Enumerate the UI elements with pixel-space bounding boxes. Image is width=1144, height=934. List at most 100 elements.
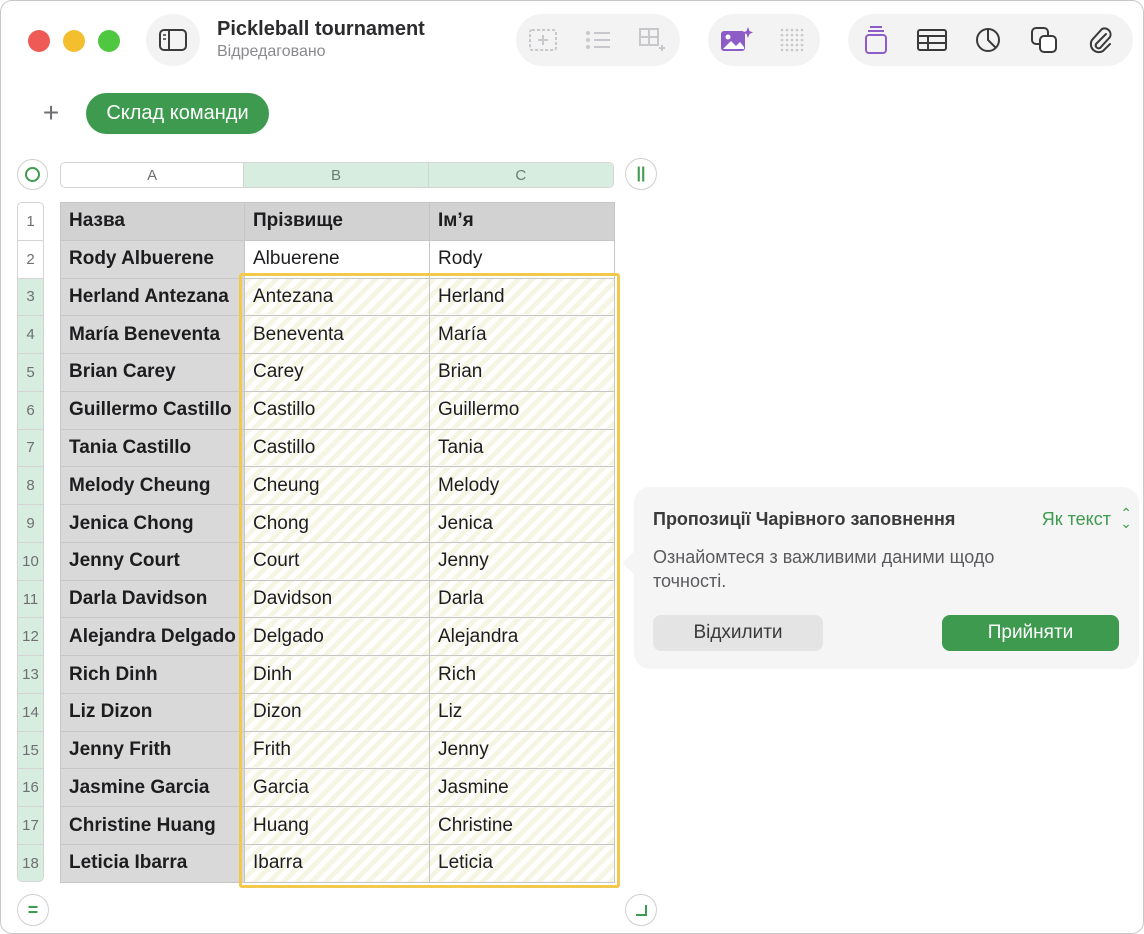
- table-cell[interactable]: Guillermo Castillo: [60, 390, 245, 430]
- table-cell[interactable]: Jenny Court: [60, 541, 245, 581]
- row-header[interactable]: 13: [18, 656, 43, 694]
- chart-button[interactable]: [960, 14, 1016, 66]
- table-button[interactable]: [904, 14, 960, 66]
- table-cell[interactable]: Dizon: [244, 692, 430, 732]
- table-cell[interactable]: Jenica: [429, 504, 615, 543]
- image-playground-button[interactable]: [708, 14, 764, 66]
- add-row-handle[interactable]: =: [17, 894, 49, 926]
- table-cell[interactable]: Rich: [429, 655, 615, 694]
- table-cell[interactable]: Court: [244, 541, 430, 581]
- table-resize-handle[interactable]: [625, 894, 657, 926]
- table-cell[interactable]: Brian Carey: [60, 353, 245, 392]
- add-table-row-button[interactable]: [625, 14, 680, 66]
- table-cell[interactable]: Melody: [429, 466, 615, 506]
- table-cell[interactable]: Beneventa: [244, 315, 430, 355]
- table-cell[interactable]: Dinh: [244, 655, 430, 694]
- add-sheet-button[interactable]: +: [37, 97, 65, 129]
- table-cell[interactable]: Rody: [429, 239, 615, 279]
- table-cell[interactable]: Jenny: [429, 541, 615, 581]
- table-cell[interactable]: Jasmine Garcia: [60, 768, 245, 808]
- attachment-button[interactable]: [1072, 14, 1128, 66]
- table-cell[interactable]: María: [429, 315, 615, 355]
- table-cell[interactable]: Leticia: [429, 844, 615, 883]
- table-cell[interactable]: Brian: [429, 353, 615, 392]
- table-cell[interactable]: Jenny Frith: [60, 730, 245, 770]
- table-cell[interactable]: Davidson: [244, 579, 430, 619]
- sheet-tab-active[interactable]: Склад команди: [86, 93, 269, 134]
- magic-fill-description[interactable]: Ознайомтеся з важливими даними щодо точн…: [653, 545, 1013, 593]
- row-header[interactable]: 4: [18, 316, 43, 355]
- table-cell[interactable]: Liz: [429, 692, 615, 732]
- table-cell[interactable]: Albuerene: [244, 239, 430, 279]
- table-cell[interactable]: Guillermo: [429, 390, 615, 430]
- table-cell[interactable]: Antezana: [244, 277, 430, 317]
- magic-fill-mode-select[interactable]: Як текст: [1042, 509, 1111, 530]
- table-cell[interactable]: Прізвище: [244, 202, 430, 241]
- row-header[interactable]: 6: [18, 391, 43, 430]
- row-header[interactable]: 11: [18, 580, 43, 619]
- table-cell[interactable]: Cheung: [244, 466, 430, 506]
- row-header[interactable]: 17: [18, 807, 43, 846]
- table-cell[interactable]: Delgado: [244, 617, 430, 657]
- insert-text-box-button[interactable]: [516, 14, 571, 66]
- row-header[interactable]: 16: [18, 769, 43, 808]
- table-cell[interactable]: Darla Davidson: [60, 579, 245, 619]
- table-cell[interactable]: Rich Dinh: [60, 655, 245, 694]
- table-cell[interactable]: Tania: [429, 428, 615, 468]
- table-cell[interactable]: Darla: [429, 579, 615, 619]
- row-header[interactable]: 10: [18, 542, 43, 581]
- table-cell[interactable]: Huang: [244, 806, 430, 846]
- table-cell[interactable]: Christine: [429, 806, 615, 846]
- table-select-handle[interactable]: [17, 159, 48, 190]
- table-cell[interactable]: Christine Huang: [60, 806, 245, 846]
- accept-button[interactable]: Прийняти: [942, 615, 1119, 651]
- row-header[interactable]: 7: [18, 429, 43, 468]
- column-header-b[interactable]: B: [244, 163, 429, 187]
- zoom-window-button[interactable]: [98, 30, 120, 52]
- table-cell[interactable]: Ibarra: [244, 844, 430, 883]
- table-cell[interactable]: Garcia: [244, 768, 430, 808]
- table-cell[interactable]: Назва: [60, 202, 245, 241]
- format-button[interactable]: [848, 14, 904, 66]
- table-cell[interactable]: Carey: [244, 353, 430, 392]
- row-header[interactable]: 9: [18, 505, 43, 543]
- reject-button[interactable]: Відхилити: [653, 615, 823, 651]
- table-cell[interactable]: Alejandra: [429, 617, 615, 657]
- table-cell[interactable]: Herland: [429, 277, 615, 317]
- table-cell[interactable]: Leticia Ibarra: [60, 844, 245, 883]
- list-button[interactable]: [571, 14, 626, 66]
- dot-grid-button[interactable]: [764, 14, 820, 66]
- column-header-c[interactable]: C: [428, 163, 613, 187]
- table-cell[interactable]: Frith: [244, 730, 430, 770]
- table-cell[interactable]: Chong: [244, 504, 430, 543]
- table-cell[interactable]: Herland Antezana: [60, 277, 245, 317]
- shapes-button[interactable]: [1016, 14, 1072, 66]
- table-cell[interactable]: Jasmine: [429, 768, 615, 808]
- table-cell[interactable]: Tania Castillo: [60, 428, 245, 468]
- add-column-handle[interactable]: ||: [625, 158, 657, 190]
- row-header[interactable]: 8: [18, 467, 43, 506]
- row-header[interactable]: 5: [18, 354, 43, 392]
- table-cell[interactable]: Rody Albuerene: [60, 239, 245, 279]
- row-header[interactable]: 1: [18, 203, 43, 241]
- document-title[interactable]: Pickleball tournament: [217, 18, 425, 41]
- row-header[interactable]: 3: [18, 278, 43, 317]
- table-cell[interactable]: Jenny: [429, 730, 615, 770]
- table-cell[interactable]: María Beneventa: [60, 315, 245, 355]
- row-header[interactable]: 2: [18, 241, 43, 279]
- row-header[interactable]: 18: [18, 845, 43, 881]
- minimize-window-button[interactable]: [63, 30, 85, 52]
- table-cell[interactable]: Castillo: [244, 428, 430, 468]
- row-header[interactable]: 12: [18, 618, 43, 657]
- row-header[interactable]: 15: [18, 731, 43, 770]
- table-cell[interactable]: Castillo: [244, 390, 430, 430]
- close-window-button[interactable]: [28, 30, 50, 52]
- table-cell[interactable]: Melody Cheung: [60, 466, 245, 506]
- table-cell[interactable]: Ім’я: [429, 202, 615, 241]
- column-header-a[interactable]: A: [61, 163, 245, 187]
- sidebar-toggle-button[interactable]: [146, 14, 200, 66]
- table-cell[interactable]: Liz Dizon: [60, 692, 245, 732]
- row-header[interactable]: 14: [18, 693, 43, 732]
- table-cell[interactable]: Jenica Chong: [60, 504, 245, 543]
- table-cell[interactable]: Alejandra Delgado: [60, 617, 245, 657]
